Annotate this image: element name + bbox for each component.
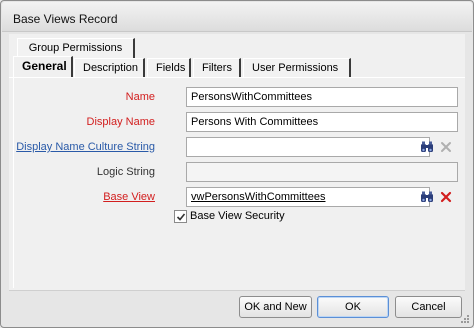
button-bar-divider	[9, 290, 465, 291]
title-bar[interactable]: Base Views Record	[2, 2, 472, 32]
tab-label: Filters	[202, 62, 232, 74]
ok-and-new-button[interactable]: OK and New	[239, 296, 312, 318]
tab-label: Group Permissions	[28, 42, 123, 54]
resize-grip-icon[interactable]	[460, 314, 470, 324]
base-view-field[interactable]: vwPersonsWithCommittees	[186, 187, 430, 207]
base-view-security-label: Base View Security	[190, 210, 285, 222]
tab-label: User Permissions	[252, 62, 339, 74]
tab-group-permissions[interactable]: Group Permissions	[17, 38, 135, 58]
tab-user-permissions[interactable]: User Permissions	[243, 58, 351, 78]
binoculars-icon[interactable]	[418, 138, 436, 156]
logic-string-label: Logic String	[96, 166, 155, 178]
tab-filters[interactable]: Filters	[193, 58, 241, 78]
tab-label: Description	[83, 62, 139, 74]
clear-x-icon[interactable]	[437, 138, 455, 156]
display-name-field[interactable]: Persons With Committees	[186, 112, 458, 132]
tab-general[interactable]: General	[13, 56, 73, 78]
base-view-security-checkbox[interactable]	[174, 210, 187, 223]
tab-label: Fields	[156, 62, 186, 74]
tab-label: General	[22, 59, 67, 73]
display-name-label: Display Name	[86, 116, 155, 128]
tab-fields[interactable]: Fields	[147, 58, 191, 78]
display-name-culture-string-link[interactable]: Display Name Culture String	[16, 141, 155, 153]
base-view-link[interactable]: Base View	[103, 191, 155, 203]
tab-description[interactable]: Description	[74, 58, 145, 78]
name-label: Name	[125, 91, 155, 103]
display-name-culture-string-field[interactable]	[186, 137, 430, 157]
name-field[interactable]: PersonsWithCommittees	[186, 87, 458, 107]
clear-x-icon[interactable]	[437, 188, 455, 206]
cancel-button[interactable]: Cancel	[395, 296, 462, 318]
ok-button[interactable]: OK	[317, 296, 389, 318]
binoculars-icon[interactable]	[418, 188, 436, 206]
window-title: Base Views Record	[13, 12, 118, 26]
general-tab-content: Name PersonsWithCommittees Display Name …	[13, 78, 461, 288]
name-value: PersonsWithCommittees	[191, 91, 313, 103]
display-name-value: Persons With Committees	[191, 116, 319, 128]
base-views-record-window: Base Views Record Group Permissions Gene…	[0, 0, 474, 328]
logic-string-field[interactable]	[186, 162, 458, 182]
base-view-value: vwPersonsWithCommittees	[191, 191, 326, 203]
checkmark-icon	[176, 212, 185, 221]
